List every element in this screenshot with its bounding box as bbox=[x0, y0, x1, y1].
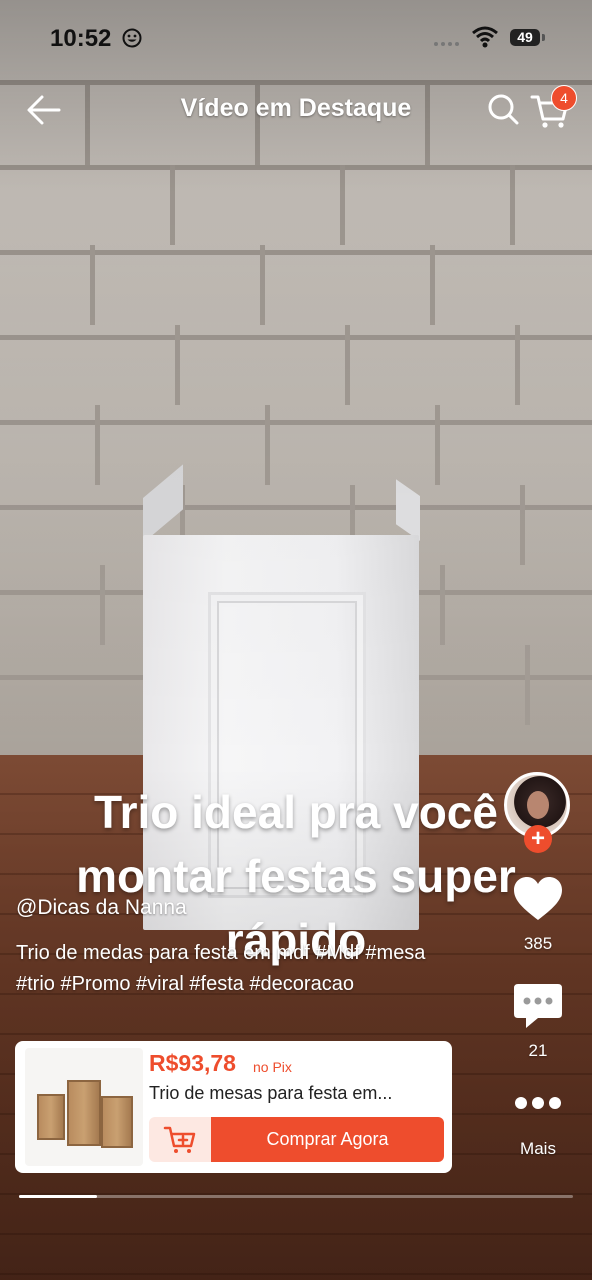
smiley-icon bbox=[122, 28, 142, 48]
video-progress-fill bbox=[19, 1195, 97, 1198]
buy-now-button[interactable]: Comprar Agora bbox=[211, 1117, 444, 1162]
more-dots-icon[interactable] bbox=[514, 1095, 562, 1111]
more-label[interactable]: Mais bbox=[508, 1139, 568, 1159]
comments-count: 21 bbox=[528, 1041, 548, 1060]
add-to-cart-button[interactable] bbox=[149, 1117, 211, 1162]
comment-icon[interactable] bbox=[512, 982, 564, 1030]
likes-count: 385 bbox=[523, 934, 553, 953]
video-progress-bar[interactable] bbox=[19, 1195, 573, 1198]
heart-icon[interactable] bbox=[512, 876, 564, 922]
wifi-icon bbox=[472, 26, 498, 48]
add-cart-icon bbox=[163, 1126, 196, 1153]
product-price: R$93,78 bbox=[149, 1050, 236, 1076]
product-name[interactable]: Trio de mesas para festa em... bbox=[149, 1083, 439, 1104]
status-time: 10:52 bbox=[50, 25, 112, 52]
follow-plus-button[interactable]: + bbox=[524, 825, 552, 853]
signal-icon bbox=[434, 42, 459, 46]
battery-icon: 49 bbox=[510, 29, 540, 46]
video-description[interactable]: Trio de medas para festa em mdf #Mdf #me… bbox=[16, 938, 436, 1000]
status-bar: 10:52 49 bbox=[0, 20, 592, 60]
search-icon[interactable] bbox=[486, 92, 520, 126]
author-handle[interactable]: @Dicas da Nanna bbox=[16, 896, 187, 920]
product-card[interactable]: R$93,78 no Pix Trio de mesas para festa … bbox=[15, 1041, 452, 1173]
cart-count-badge: 4 bbox=[551, 85, 577, 111]
price-suffix: no Pix bbox=[253, 1059, 292, 1075]
product-thumbnail[interactable] bbox=[25, 1048, 143, 1166]
